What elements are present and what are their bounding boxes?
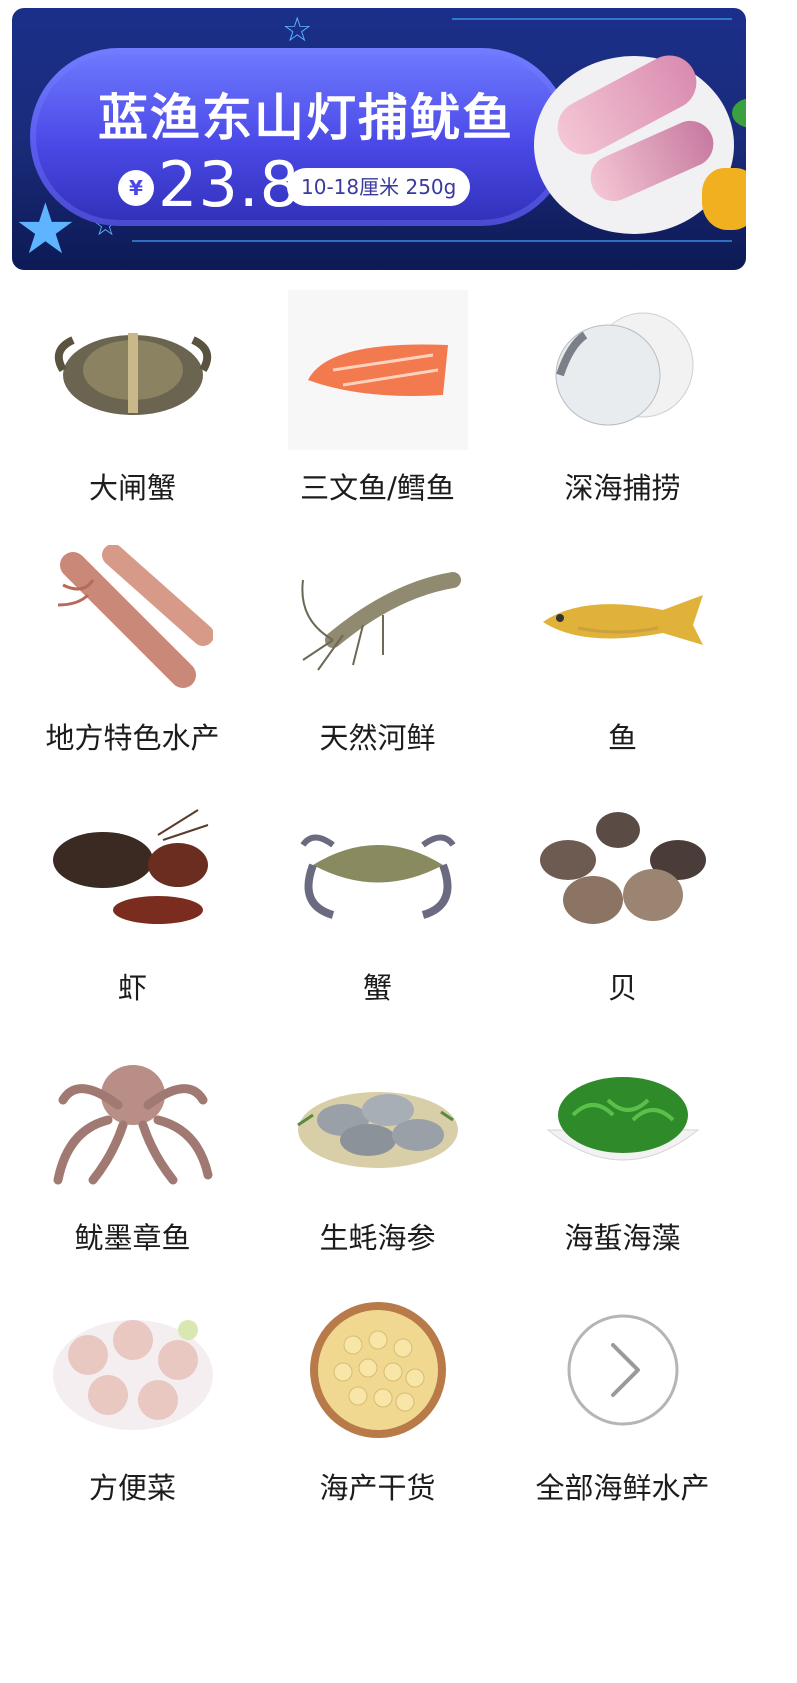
category-item-octopus[interactable]: 鱿墨章鱼 [0, 1040, 265, 1290]
category-item-river[interactable]: 天然河鲜 [245, 540, 510, 790]
category-item-all-seafood[interactable]: 全部海鲜水产 [490, 1290, 755, 1540]
category-item-fish[interactable]: 鱼 [490, 540, 755, 790]
category-label: 天然河鲜 [319, 721, 436, 755]
hairy-crab-icon [43, 290, 223, 450]
clams-icon [533, 790, 713, 950]
octopus-icon [43, 1040, 223, 1200]
oysters-icon [288, 1040, 468, 1200]
banner-spec-badge: 10-18厘米 250g [287, 168, 471, 206]
category-label: 海蜇海藻 [564, 1221, 681, 1255]
currency-badge: ¥ [118, 170, 154, 206]
shrimp-icon [288, 540, 468, 700]
category-label: 鱼 [607, 721, 637, 755]
scallop-dish-icon [43, 1290, 223, 1450]
cod-steak-icon [533, 290, 713, 450]
category-item-deep-sea[interactable]: 深海捕捞 [490, 290, 755, 540]
category-label: 方便菜 [88, 1471, 176, 1505]
category-item-shrimp[interactable]: 虾 [0, 790, 265, 1040]
banner-title: 蓝渔东山灯捕鱿鱼 [98, 89, 514, 147]
category-label: 虾 [117, 971, 147, 1005]
category-label: 全部海鲜水产 [535, 1471, 710, 1505]
yellow-croaker-icon [533, 540, 713, 700]
category-item-salmon[interactable]: 三文鱼/鳕鱼 [245, 290, 510, 540]
lobster-icon [43, 790, 223, 950]
pepper-image [702, 168, 746, 230]
category-label: 海产干货 [319, 1471, 436, 1505]
promo-banner[interactable]: ☆ ★ ☆ 蓝渔东山灯捕鱿鱼 ¥ 23.8 10-18厘米 250g [12, 8, 746, 270]
banner-deco-line [132, 240, 732, 242]
category-item-dried-goods[interactable]: 海产干货 [245, 1290, 510, 1540]
category-item-local-specialty[interactable]: 地方特色水产 [0, 540, 265, 790]
category-item-crab[interactable]: 蟹 [245, 790, 510, 1040]
banner-price: 23.8 [158, 148, 301, 221]
herb-garnish-image [732, 98, 746, 128]
star-icon: ☆ [282, 10, 313, 50]
seaweed-salad-icon [533, 1040, 713, 1200]
category-label: 生蚝海参 [319, 1221, 436, 1255]
category-label: 贝 [607, 971, 637, 1005]
category-label: 地方特色水产 [45, 721, 220, 755]
category-item-oysters[interactable]: 生蚝海参 [245, 1040, 510, 1290]
category-item-seaweed[interactable]: 海蜇海藻 [490, 1040, 755, 1290]
category-label: 深海捕捞 [564, 471, 681, 505]
category-label: 鱿墨章鱼 [74, 1221, 191, 1255]
category-label: 大闸蟹 [88, 471, 176, 505]
category-item-ready-meals[interactable]: 方便菜 [0, 1290, 265, 1540]
dried-scallops-icon [288, 1290, 468, 1450]
salmon-fillet-icon [287, 290, 468, 450]
category-label: 蟹 [362, 971, 392, 1005]
category-item-shellfish[interactable]: 贝 [490, 790, 755, 1040]
category-label: 三文鱼/鳕鱼 [300, 471, 455, 505]
swimming-crab-icon [288, 790, 468, 950]
category-item-hairy-crab[interactable]: 大闸蟹 [0, 290, 265, 540]
squid-icon [43, 540, 223, 700]
chevron-right-circle-icon [533, 1290, 713, 1450]
banner-deco-line [452, 18, 732, 20]
